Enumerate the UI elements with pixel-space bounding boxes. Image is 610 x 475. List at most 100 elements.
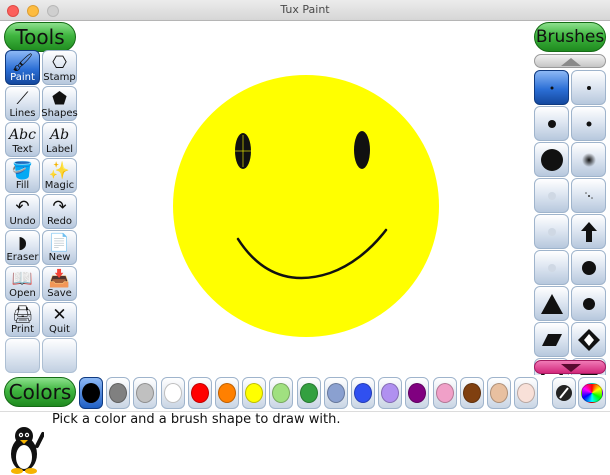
brush-b15-button[interactable] bbox=[534, 322, 569, 357]
color-swatch-orange[interactable] bbox=[215, 377, 239, 409]
label-icon: Ab bbox=[49, 127, 70, 143]
brush-dot-2-icon bbox=[582, 297, 595, 310]
color-swatch-dark-gray[interactable] bbox=[106, 377, 130, 409]
drawing-canvas[interactable] bbox=[80, 21, 531, 375]
brush-b14-button[interactable] bbox=[571, 286, 606, 321]
brush-b13-button[interactable] bbox=[534, 286, 569, 321]
tool-eraser-button[interactable]: ◗ Eraser bbox=[5, 230, 40, 265]
smiley-right-eye bbox=[354, 131, 370, 169]
color-dot bbox=[82, 383, 100, 403]
color-swatch-green[interactable] bbox=[297, 377, 321, 409]
brush-b10-button[interactable] bbox=[571, 214, 606, 249]
tool-label: Fill bbox=[15, 180, 30, 191]
color-swatch-slate-blue[interactable] bbox=[324, 377, 348, 409]
eraser-icon: ◗ bbox=[18, 233, 27, 253]
stamp-icon: ⎔ bbox=[52, 53, 67, 73]
smiley-face bbox=[173, 75, 439, 337]
color-swatch-tan[interactable] bbox=[487, 377, 511, 409]
color-dot bbox=[463, 383, 481, 403]
tool-text-button[interactable]: Abc Text bbox=[5, 122, 40, 157]
brush-b12-button[interactable] bbox=[571, 250, 606, 285]
brush-faint-dot-2-icon bbox=[547, 227, 556, 236]
color-dot bbox=[245, 383, 263, 403]
tool-stamp-button[interactable]: ⎔ Stamp bbox=[42, 50, 77, 85]
color-dot bbox=[381, 383, 399, 403]
color-dot bbox=[300, 383, 318, 403]
tux-penguin-icon bbox=[11, 427, 44, 474]
brushes-scroll-up-button[interactable] bbox=[534, 54, 606, 68]
undo-icon: ↶ bbox=[15, 197, 30, 217]
redo-icon: ↷ bbox=[52, 197, 67, 217]
canvas-drawing bbox=[173, 75, 439, 337]
tool-save-button[interactable]: 📥 Save bbox=[42, 266, 77, 301]
brushes-scroll-down-button[interactable] bbox=[534, 360, 606, 374]
color-swatch-brown[interactable] bbox=[460, 377, 484, 409]
tool-label: Undo bbox=[9, 216, 36, 227]
color-swatch-peach[interactable] bbox=[514, 377, 538, 409]
brush-b7-button[interactable] bbox=[534, 178, 569, 213]
tool-label: Open bbox=[9, 288, 36, 299]
brush-b9-button[interactable] bbox=[534, 214, 569, 249]
paint-bucket-icon: 🪣 bbox=[11, 161, 34, 181]
tool-label: Paint bbox=[10, 72, 35, 83]
colors-header: Colors bbox=[4, 377, 76, 407]
color-swatch-white[interactable] bbox=[161, 377, 185, 409]
tool-empty-slot bbox=[42, 338, 77, 373]
tool-paint-button[interactable]: 🖌 Paint bbox=[5, 50, 40, 85]
brush-b4-button[interactable] bbox=[571, 106, 606, 141]
tool-label-button[interactable]: Ab Label bbox=[42, 122, 77, 157]
brush-b16-button[interactable] bbox=[571, 322, 606, 357]
tool-label: Eraser bbox=[6, 252, 39, 263]
tool-redo-button[interactable]: ↷ Redo bbox=[42, 194, 77, 229]
color-dot bbox=[164, 383, 182, 403]
tool-magic-button[interactable]: ✨ Magic bbox=[42, 158, 77, 193]
color-dot bbox=[490, 383, 508, 403]
tool-label: Stamp bbox=[43, 72, 76, 83]
color-swatch-blue[interactable] bbox=[351, 377, 375, 409]
tool-label: Label bbox=[46, 144, 73, 155]
color-swatch-purple[interactable] bbox=[405, 377, 429, 409]
brush-b3-button[interactable] bbox=[534, 106, 569, 141]
tool-undo-button[interactable]: ↶ Undo bbox=[5, 194, 40, 229]
brush-b6-button[interactable] bbox=[571, 142, 606, 177]
color-swatch-black[interactable] bbox=[79, 377, 103, 409]
color-dot bbox=[136, 383, 154, 403]
color-dot bbox=[517, 383, 535, 403]
brush-arrow-up-icon bbox=[580, 221, 597, 242]
tool-label: Redo bbox=[46, 216, 73, 227]
tool-new-button[interactable]: 📄 New bbox=[42, 230, 77, 265]
color-picker-button[interactable] bbox=[552, 377, 576, 409]
new-page-icon: 📄 bbox=[48, 233, 71, 253]
tool-print-button[interactable]: 🖨 Print bbox=[5, 302, 40, 337]
brush-b8-button[interactable] bbox=[571, 178, 606, 213]
rainbow-icon bbox=[581, 383, 603, 403]
brush-diamond-arrows-icon bbox=[577, 328, 600, 351]
color-dot bbox=[354, 383, 372, 403]
brush-b2-button[interactable] bbox=[571, 70, 606, 105]
color-swatch-yellow[interactable] bbox=[242, 377, 266, 409]
tool-shapes-button[interactable]: ⬟ Shapes bbox=[41, 86, 78, 121]
rainbow-color-button[interactable] bbox=[578, 377, 606, 409]
brush-b11-button[interactable] bbox=[534, 250, 569, 285]
brush-small-dot-icon bbox=[586, 85, 591, 90]
brush-b5-button[interactable] bbox=[534, 142, 569, 177]
tool-fill-button[interactable]: 🪣 Fill bbox=[5, 158, 40, 193]
color-swatch-red[interactable] bbox=[188, 377, 212, 409]
tool-quit-button[interactable]: ✕ Quit bbox=[42, 302, 77, 337]
color-dot bbox=[191, 383, 209, 403]
brush-tiny-dot-icon bbox=[550, 86, 553, 89]
tool-lines-button[interactable]: ⟋ Lines bbox=[5, 86, 40, 121]
paintbrush-icon: 🖌 bbox=[11, 53, 34, 73]
eyedropper-icon bbox=[556, 385, 572, 401]
tool-open-button[interactable]: 📖 Open bbox=[5, 266, 40, 301]
brush-b1-button[interactable] bbox=[534, 70, 569, 105]
brush-parallelogram-icon bbox=[541, 333, 562, 346]
color-swatch-lavender[interactable] bbox=[378, 377, 402, 409]
brush-faint-dot-icon bbox=[547, 191, 556, 200]
brush-medium-dot-icon bbox=[547, 119, 556, 128]
tool-label: Text bbox=[12, 144, 33, 155]
color-swatch-light-green[interactable] bbox=[269, 377, 293, 409]
brush-large-dot-icon bbox=[540, 148, 563, 171]
color-swatch-light-gray[interactable] bbox=[133, 377, 157, 409]
color-swatch-pink[interactable] bbox=[433, 377, 457, 409]
